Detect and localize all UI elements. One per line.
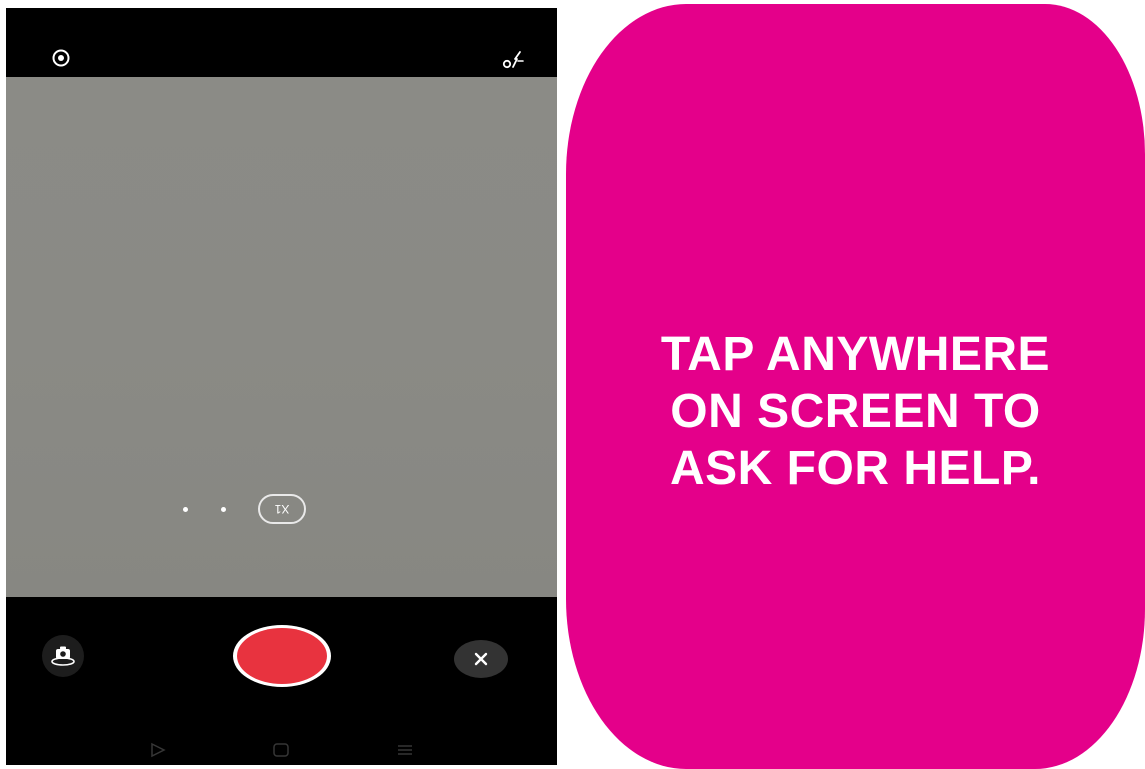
help-line: ASK FOR HELP. [670,442,1041,495]
eye-button[interactable] [48,45,74,71]
help-instruction-text: TAP ANYWHERE ON SCREEN TO ASK FOR HELP. [596,326,1116,497]
camera-top-bar [6,8,557,77]
system-nav-bar [6,734,557,765]
camera-screen: X1 [6,8,557,765]
screenshot-frame: X1 TAP ANYWHERE ON SCREEN TO ASK FOR HEL… [0,0,1145,769]
record-button[interactable] [233,625,331,687]
eye-icon [52,49,70,67]
close-icon [474,652,488,666]
nav-home-icon[interactable] [272,742,290,758]
flash-auto-icon [502,51,524,69]
switch-camera-icon [51,646,75,666]
help-line: TAP ANYWHERE [660,328,1051,381]
zoom-level-dot[interactable] [183,507,188,512]
camera-bottom-bar [6,597,557,765]
camera-viewfinder[interactable]: X1 [6,77,557,597]
nav-menu-icon[interactable] [396,742,414,758]
nav-back-icon[interactable] [149,742,167,758]
zoom-level-label: X1 [274,502,290,516]
zoom-level-dot[interactable] [221,507,226,512]
switch-camera-button[interactable] [42,635,84,677]
help-line: ON SCREEN TO [670,385,1041,438]
record-button-core [237,628,327,684]
ask-for-help-panel[interactable]: TAP ANYWHERE ON SCREEN TO ASK FOR HELP. [566,4,1145,769]
zoom-level-button[interactable]: X1 [258,494,306,524]
close-button[interactable] [454,640,508,678]
flash-button[interactable] [499,45,529,75]
